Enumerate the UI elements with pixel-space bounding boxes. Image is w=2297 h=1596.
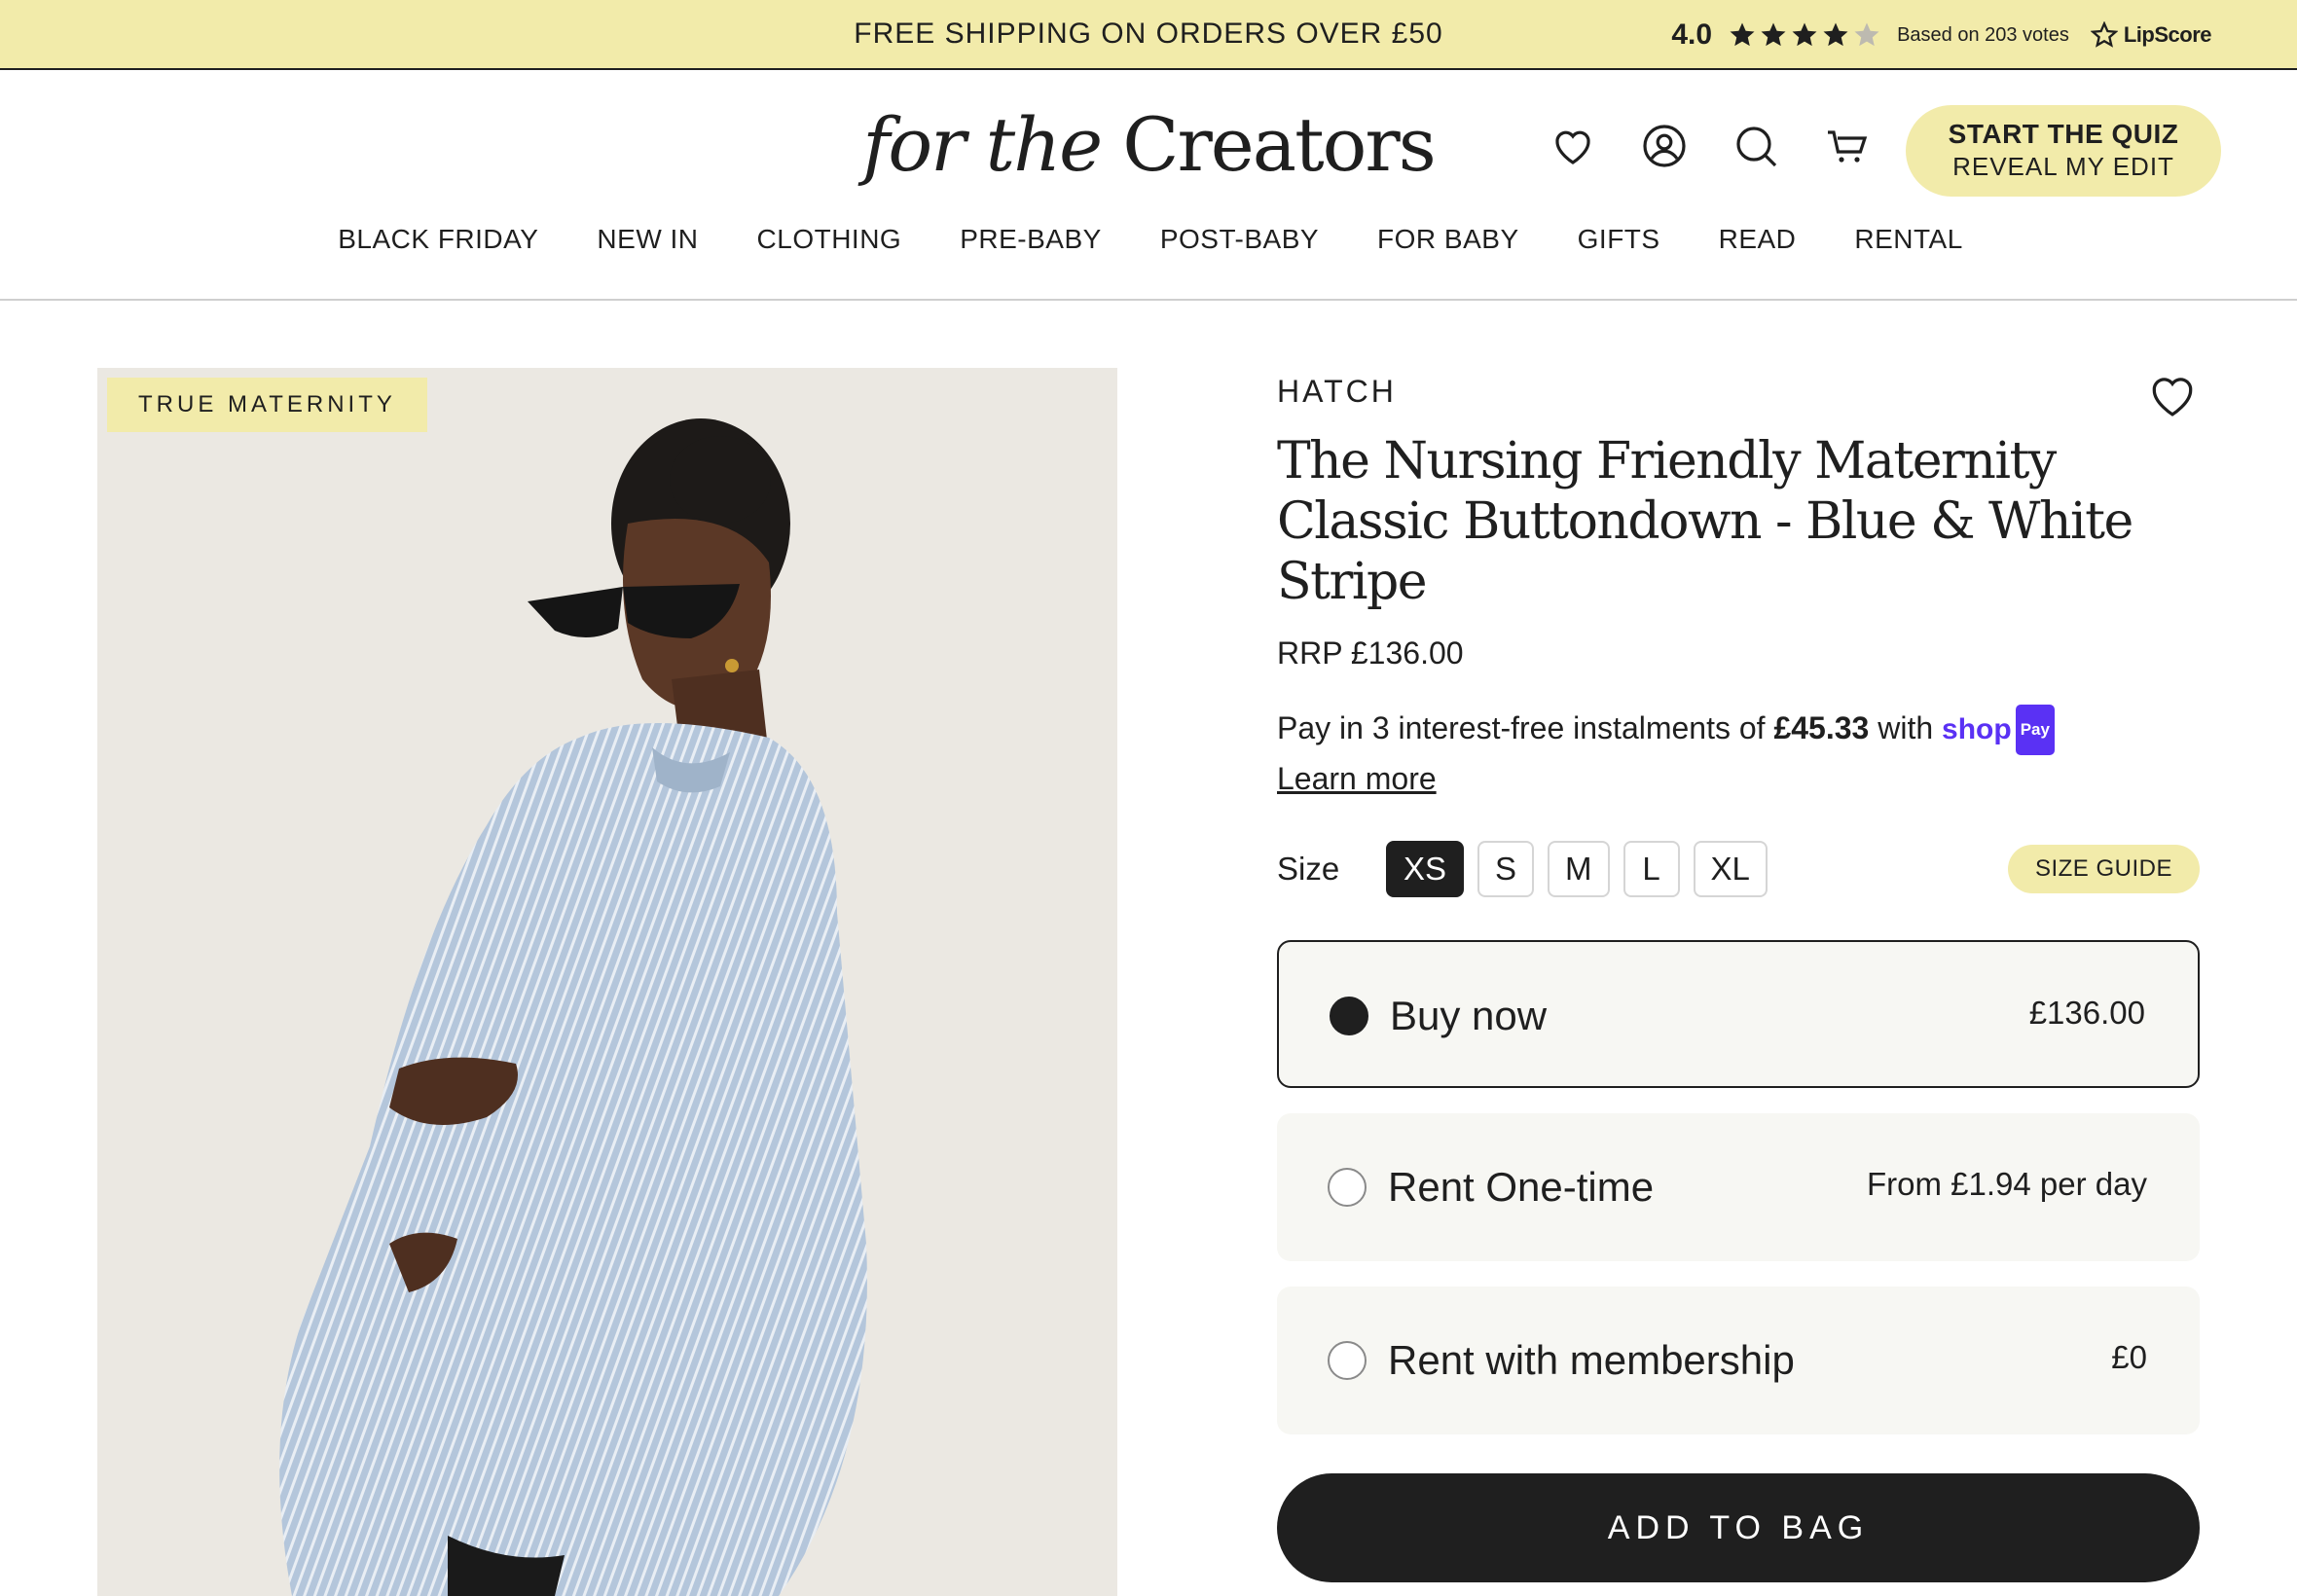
size-option-l[interactable]: L [1622, 841, 1680, 897]
header-icons [1550, 123, 1871, 169]
product-image[interactable]: TRUE MATERNITY [97, 368, 1117, 1596]
add-to-bag-button[interactable]: ADD TO BAG [1277, 1473, 2200, 1582]
radio-button[interactable] [1328, 1168, 1367, 1207]
nav-item-for-baby[interactable]: FOR BABY [1377, 224, 1519, 255]
option-label: Rent with membership [1388, 1337, 1795, 1383]
option-price: From £1.94 per day [1867, 1166, 2147, 1202]
lipscore-logo: LipScore [2090, 21, 2212, 49]
rating-score: 4.0 [1671, 18, 1713, 51]
star-icon [1823, 22, 1848, 47]
product-brand[interactable]: HATCH [1277, 374, 2200, 410]
nav-item-rental[interactable]: RENTAL [1854, 224, 1962, 255]
purchase-options: Buy now £136.00 Rent One-time From £1.94… [1277, 940, 2200, 1434]
cart-button[interactable] [1824, 123, 1871, 169]
rating-stars [1728, 20, 1881, 50]
option-buy-now[interactable]: Buy now £136.00 [1277, 940, 2200, 1088]
star-empty-icon [1854, 22, 1879, 47]
site-header: for the Creators START THE QUIZ REVEAL M… [0, 72, 2297, 301]
instalment-amount: £45.33 [1773, 710, 1870, 745]
heart-icon [2152, 378, 2193, 417]
rating-widget[interactable]: 4.0 Based on 203 votes LipScore [1671, 16, 2211, 54]
star-icon [1730, 22, 1755, 47]
size-selector: Size XS S M L XL SIZE GUIDE [1277, 841, 2200, 897]
nav-item-clothing[interactable]: CLOTHING [757, 224, 902, 255]
nav-item-black-friday[interactable]: BLACK FRIDAY [338, 224, 538, 255]
option-label: Buy now [1390, 993, 1548, 1038]
start-quiz-button[interactable]: START THE QUIZ REVEAL MY EDIT [1906, 105, 2221, 197]
size-option-xs[interactable]: XS [1386, 841, 1465, 897]
product-title: The Nursing Friendly Maternity Classic B… [1277, 432, 2133, 611]
instalment-message: Pay in 3 interest-free instalments of £4… [1277, 705, 2200, 802]
product-price: RRP £136.00 [1277, 635, 1464, 671]
search-button[interactable] [1732, 123, 1779, 169]
true-maternity-badge: TRUE MATERNITY [107, 378, 427, 432]
main-nav: BLACK FRIDAY NEW IN CLOTHING PRE-BABY PO… [0, 224, 2297, 255]
nav-item-read[interactable]: READ [1719, 224, 1797, 255]
announcement-bar: FREE SHIPPING ON ORDERS OVER £50 4.0 Bas… [0, 0, 2297, 70]
star-icon [1792, 22, 1817, 47]
radio-button[interactable] [1328, 1341, 1367, 1380]
nav-item-post-baby[interactable]: POST-BABY [1160, 224, 1319, 255]
account-button[interactable] [1641, 123, 1688, 169]
nav-item-gifts[interactable]: GIFTS [1578, 224, 1660, 255]
rating-votes: Based on 203 votes [1897, 23, 2069, 46]
option-rent-one-time[interactable]: Rent One-time From £1.94 per day [1277, 1113, 2200, 1261]
product-info: HATCH The Nursing Friendly Maternity Cla… [1277, 368, 2200, 1582]
wishlist-button[interactable] [1550, 123, 1596, 169]
nav-item-pre-baby[interactable]: PRE-BABY [960, 224, 1102, 255]
size-option-s[interactable]: S [1477, 841, 1535, 897]
shop-pay-logo: shop Pay [1942, 705, 2055, 755]
size-option-xl[interactable]: XL [1693, 841, 1768, 897]
favourite-button[interactable] [2145, 368, 2200, 422]
product-photo [279, 418, 867, 1596]
option-rent-membership[interactable]: Rent with membership £0 [1277, 1287, 2200, 1434]
nav-item-new-in[interactable]: NEW IN [597, 224, 698, 255]
radio-button[interactable] [1330, 997, 1368, 1035]
heart-icon [1555, 130, 1590, 164]
option-price: £136.00 [2028, 995, 2145, 1031]
option-label: Rent One-time [1388, 1164, 1655, 1210]
size-guide-button[interactable]: SIZE GUIDE [2007, 845, 2200, 893]
size-option-m[interactable]: M [1548, 841, 1610, 897]
option-price: £0 [2111, 1339, 2147, 1375]
size-label: Size [1277, 851, 1340, 887]
star-outline-icon [2090, 21, 2118, 48]
search-icon [1736, 127, 1777, 167]
account-icon [1643, 125, 1686, 167]
size-options: XS S M L XL [1386, 841, 1768, 897]
learn-more-link[interactable]: Learn more [1277, 761, 1437, 796]
star-icon [1761, 22, 1786, 47]
cart-icon [1828, 130, 1868, 163]
